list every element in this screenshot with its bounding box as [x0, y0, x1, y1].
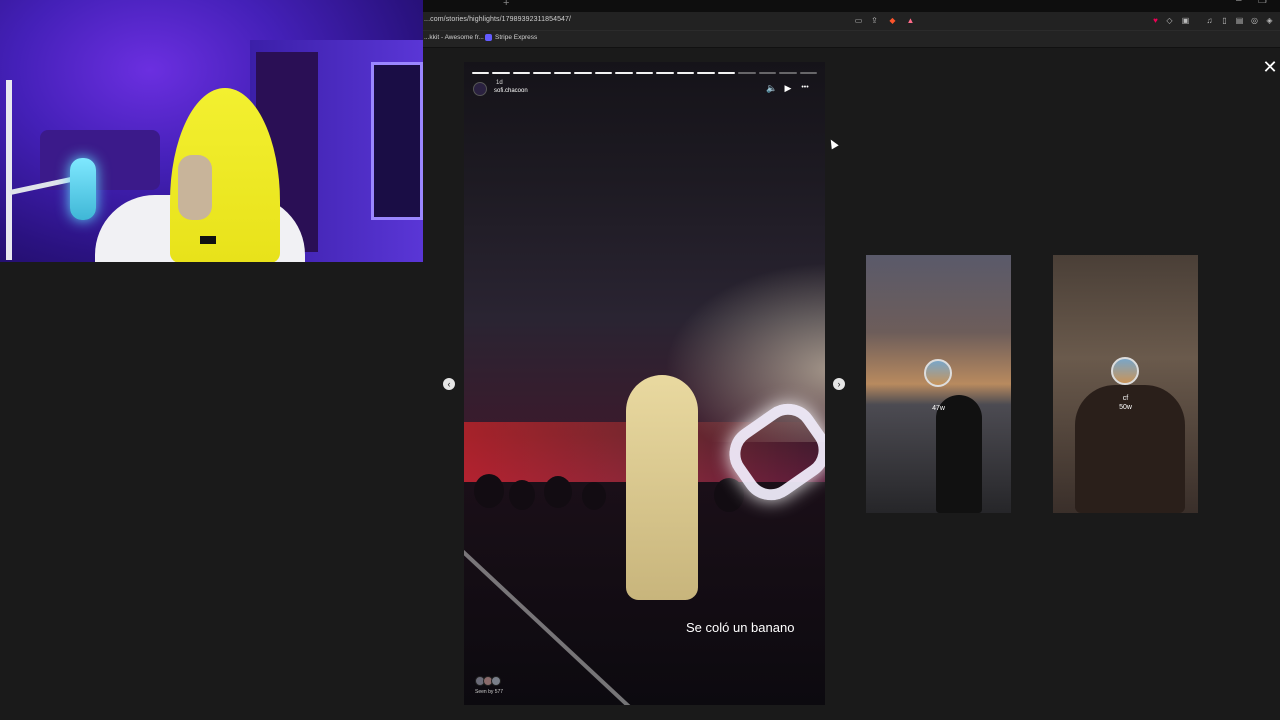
brave-shield-icon[interactable]: ◆	[887, 15, 898, 26]
cast-icon[interactable]: ▭	[853, 15, 864, 26]
crowd-head	[714, 478, 744, 512]
progress-segment	[779, 72, 797, 74]
story-progress-bar	[472, 72, 817, 74]
progress-segment	[574, 72, 592, 74]
extension-icon[interactable]: ▣	[1180, 15, 1191, 26]
close-viewer-button[interactable]: ✕	[1262, 58, 1278, 76]
progress-segment	[492, 72, 510, 74]
progress-segment	[738, 72, 756, 74]
progress-segment	[553, 72, 572, 74]
mouse-cursor	[827, 137, 839, 150]
mic-stand	[6, 80, 12, 260]
progress-segment	[799, 72, 817, 74]
seen-by-count[interactable]: Seen by 577	[475, 689, 503, 695]
story-player[interactable]: 1d sofi.chacoon 🔈 ▶ ••• Se coló un banan…	[464, 62, 825, 705]
preview-username: cf	[1122, 395, 1129, 402]
preview-avatar	[924, 359, 952, 387]
bookmark-item[interactable]: ...kkit - Awesome fr...	[424, 34, 484, 41]
restore-icon[interactable]: ❐	[1258, 0, 1267, 6]
next-story-button[interactable]: ›	[833, 378, 845, 390]
progress-segment	[635, 72, 654, 74]
preview-time: 50w	[1119, 404, 1132, 411]
more-options-button[interactable]: •••	[799, 82, 811, 94]
brave-rewards-icon[interactable]: ▲	[905, 15, 916, 26]
sidebar-icon[interactable]: ▯	[1219, 15, 1230, 26]
crowd-head	[474, 474, 504, 508]
progress-segment	[615, 72, 633, 74]
shield-icon[interactable]: ◈	[1264, 15, 1275, 26]
preview-time: 47w	[932, 405, 945, 412]
crowd-head	[544, 476, 572, 508]
story-avatar[interactable]	[473, 82, 487, 96]
progress-segment	[697, 72, 715, 74]
bookmark-label: ...kkit - Awesome fr...	[424, 34, 484, 41]
progress-segment	[472, 72, 490, 74]
story-time: 1d	[496, 80, 503, 86]
bookmark-item[interactable]: Stripe Express	[485, 34, 537, 41]
address-bar[interactable]: ...com/stories/highlights/17989392311854…	[424, 16, 571, 23]
crowd-head	[582, 482, 606, 510]
stripe-icon	[485, 34, 492, 41]
banana-costume-person	[626, 375, 698, 600]
story-preview-card[interactable]: 47w	[866, 255, 1011, 513]
progress-segment	[512, 72, 531, 74]
viewer-avatar	[491, 676, 501, 686]
crowd-head	[509, 480, 535, 510]
webcam-overlay	[0, 0, 423, 262]
wallet-icon[interactable]: ▤	[1234, 15, 1245, 26]
preview-silhouette	[936, 395, 982, 513]
bookmark-label: Stripe Express	[495, 34, 538, 41]
screen: + – ❐ ...com/stories/highlights/17989392…	[0, 0, 1280, 720]
play-button[interactable]: ▶	[782, 82, 794, 94]
progress-segment	[656, 72, 674, 74]
progress-segment	[533, 72, 551, 74]
microphone	[70, 158, 96, 220]
share-icon[interactable]: ⇪	[869, 15, 880, 26]
extension-icon[interactable]: ♥	[1150, 15, 1161, 26]
progress-segment	[758, 72, 777, 74]
vpn-icon[interactable]: ◎	[1249, 15, 1260, 26]
previous-story-button[interactable]: ‹	[443, 378, 455, 390]
story-preview-card[interactable]: cf 50w	[1053, 255, 1198, 513]
wall-frame	[371, 62, 423, 220]
progress-segment	[676, 72, 695, 74]
story-username[interactable]: sofi.chacoon	[494, 88, 528, 94]
music-icon[interactable]: ♫	[1204, 15, 1215, 26]
story-caption: Se coló un banano	[686, 620, 795, 635]
costume-patch	[200, 236, 216, 244]
preview-avatar	[1111, 357, 1139, 385]
progress-segment	[717, 72, 736, 74]
extension-icon[interactable]: ◇	[1164, 15, 1175, 26]
minimize-icon[interactable]: –	[1236, 0, 1242, 6]
progress-segment	[594, 72, 613, 74]
mute-button[interactable]: 🔈	[766, 82, 778, 94]
streamer-face	[178, 155, 212, 220]
new-tab-button[interactable]: +	[503, 0, 509, 9]
